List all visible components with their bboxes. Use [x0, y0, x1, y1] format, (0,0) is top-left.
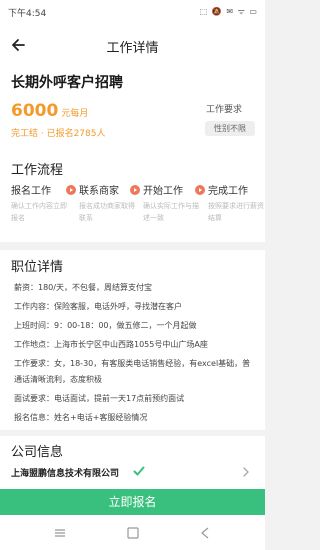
- detail-line: 报名信息：姓名+电话+客服经验情况: [14, 413, 148, 422]
- flow-step: 完成工作 按照要求进行薪资结算: [195, 182, 264, 224]
- detail-list: 薪资：180/天，不包餐，周结算支付宝 工作内容：保险客服，电话外呼，寻找潜在客…: [14, 280, 258, 429]
- verified-check-icon: [133, 466, 145, 476]
- detail-line: 工作地点：上海市长宁区中山西路1055号中山广场A座: [14, 340, 208, 349]
- step-arrow-icon: [66, 184, 76, 195]
- job-detail-card: 职位详情 薪资：180/天，不包餐，周结算支付宝 工作内容：保险客服，电话外呼，…: [0, 250, 265, 430]
- settle-info: 完工结 · 已报名2785人: [11, 129, 106, 139]
- work-flow-card: 工作流程 报名工作 确认工作内容立即报名 联系商家 报名成功商家取得联系 开始工…: [0, 152, 265, 242]
- job-summary-card: 长期外呼客户招聘 6000 元每月 完工结 · 已报名2785人 工作要求 性别不…: [0, 66, 265, 152]
- step-arrow-icon: [130, 184, 140, 195]
- flow-step: 联系商家 报名成功商家取得联系: [66, 182, 135, 224]
- flow-step-desc: 确认实际工作与描述一致: [143, 202, 199, 222]
- job-title: 长期外呼客户招聘: [11, 75, 123, 91]
- flow-step-name: 完成工作: [208, 186, 248, 197]
- detail-line: 工作要求：女，18-30，有客服类电话销售经验，有excel基础，普通话清晰流利…: [14, 359, 251, 384]
- status-time: 下午4:54: [8, 9, 47, 19]
- detail-line: 薪资：180/天，不包餐，周结算支付宝: [14, 283, 152, 292]
- flow-step-desc: 报名成功商家取得联系: [79, 202, 135, 222]
- flow-section-title: 工作流程: [11, 163, 64, 178]
- detail-section-title: 职位详情: [11, 260, 64, 275]
- status-indicators: ⬚ 🔕 ✉ ᯤ ▭: [199, 7, 258, 16]
- menu-nav-icon[interactable]: [52, 525, 68, 541]
- detail-line: 面试要求：电话面试，提前一天17点前预约面试: [14, 394, 185, 403]
- status-bar: 下午4:54 ⬚ 🔕 ✉ ᯤ ▭: [0, 0, 265, 24]
- apply-button[interactable]: 立即报名: [0, 489, 265, 515]
- step-arrow-icon: [195, 184, 205, 195]
- detail-line: 上班时间：9：00-18：00，做五修二，一个月起做: [14, 321, 197, 330]
- flow-step-name: 开始工作: [143, 186, 183, 197]
- home-nav-icon[interactable]: [125, 525, 141, 541]
- system-nav-bar: [0, 515, 265, 550]
- salary-amount: 6000: [11, 101, 59, 121]
- flow-step-desc: 按照要求进行薪资结算: [208, 202, 264, 222]
- company-name: 上海盟鹏信息技术有限公司: [11, 469, 120, 479]
- requirement-tag: 性别不限: [205, 121, 255, 136]
- company-card: 公司信息 上海盟鹏信息技术有限公司: [0, 436, 265, 490]
- company-section-title: 公司信息: [11, 445, 64, 460]
- detail-line: 工作内容：保险客服，电话外呼，寻找潜在客户: [14, 302, 182, 311]
- title-bar: 工作详情: [0, 24, 265, 66]
- requirement-label: 工作要求: [206, 105, 243, 115]
- chevron-right-icon: [243, 467, 249, 477]
- salary-unit: 元每月: [61, 109, 89, 119]
- flow-step-name: 报名工作: [11, 186, 51, 197]
- salary: 6000 元每月: [11, 101, 88, 121]
- flow-step: 开始工作 确认实际工作与描述一致: [130, 182, 199, 224]
- back-nav-icon[interactable]: [197, 525, 213, 541]
- company-row[interactable]: 上海盟鹏信息技术有限公司: [0, 460, 265, 484]
- flow-step-name: 联系商家: [79, 186, 119, 197]
- page-title: 工作详情: [106, 41, 159, 56]
- flow-step-desc: 确认工作内容立即报名: [11, 202, 67, 222]
